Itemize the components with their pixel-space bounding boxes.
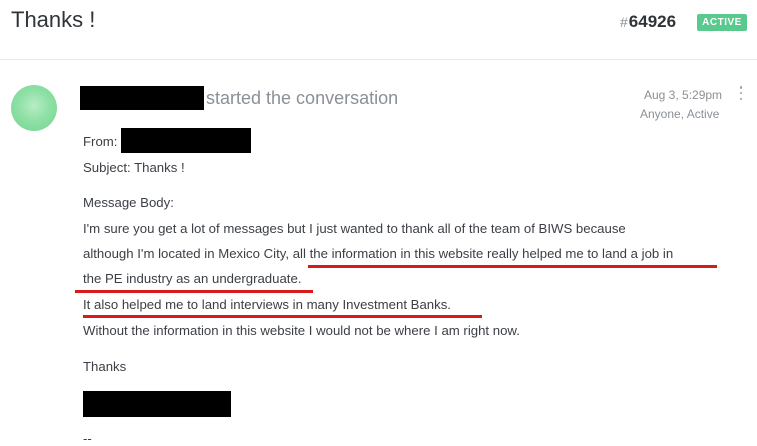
- message-meta: Anyone, Active: [640, 107, 720, 121]
- redacted-signature: [83, 391, 231, 417]
- message-body-label: Message Body:: [83, 195, 174, 210]
- body-line-3-end: .: [297, 271, 302, 286]
- avatar[interactable]: [11, 85, 57, 131]
- signoff-dashes: --: [83, 431, 92, 446]
- header-divider: [0, 59, 757, 60]
- redacted-from-address: [121, 128, 251, 153]
- redacted-sender-name: [80, 86, 204, 110]
- underline-2: [75, 290, 313, 293]
- kebab-menu-icon[interactable]: [737, 86, 745, 100]
- status-badge: ACTIVE: [697, 14, 747, 31]
- ticket-hash: #: [620, 14, 628, 30]
- body-line-4: It also helped me to land interviews in …: [83, 297, 451, 312]
- body-line-3-highlight: the PE industry as an undergraduate: [83, 271, 298, 286]
- from-label: From:: [83, 134, 118, 149]
- subject-line: Subject: Thanks !: [83, 160, 185, 175]
- thanks-line: Thanks: [83, 359, 127, 374]
- body-line-2-highlight: all the information in this website real…: [292, 246, 674, 261]
- conversation-started-text: started the conversation: [206, 88, 399, 108]
- underline-1: [308, 265, 717, 268]
- body-line-1: I'm sure you get a lot of messages but I…: [83, 221, 626, 236]
- page-title: Thanks !: [11, 7, 96, 32]
- body-line-5: Without the information in this website …: [83, 323, 520, 338]
- body-line-2-start: although I'm located in Mexico City,: [83, 246, 293, 261]
- underline-3: [83, 315, 482, 318]
- ticket-number: #64926: [620, 12, 676, 32]
- body-line-2: although I'm located in Mexico City, all…: [83, 246, 673, 261]
- message-date: Aug 3, 5:29pm: [644, 88, 723, 102]
- ticket-id: 64926: [628, 12, 677, 31]
- body-line-3: the PE industry as an undergraduate.: [83, 271, 301, 286]
